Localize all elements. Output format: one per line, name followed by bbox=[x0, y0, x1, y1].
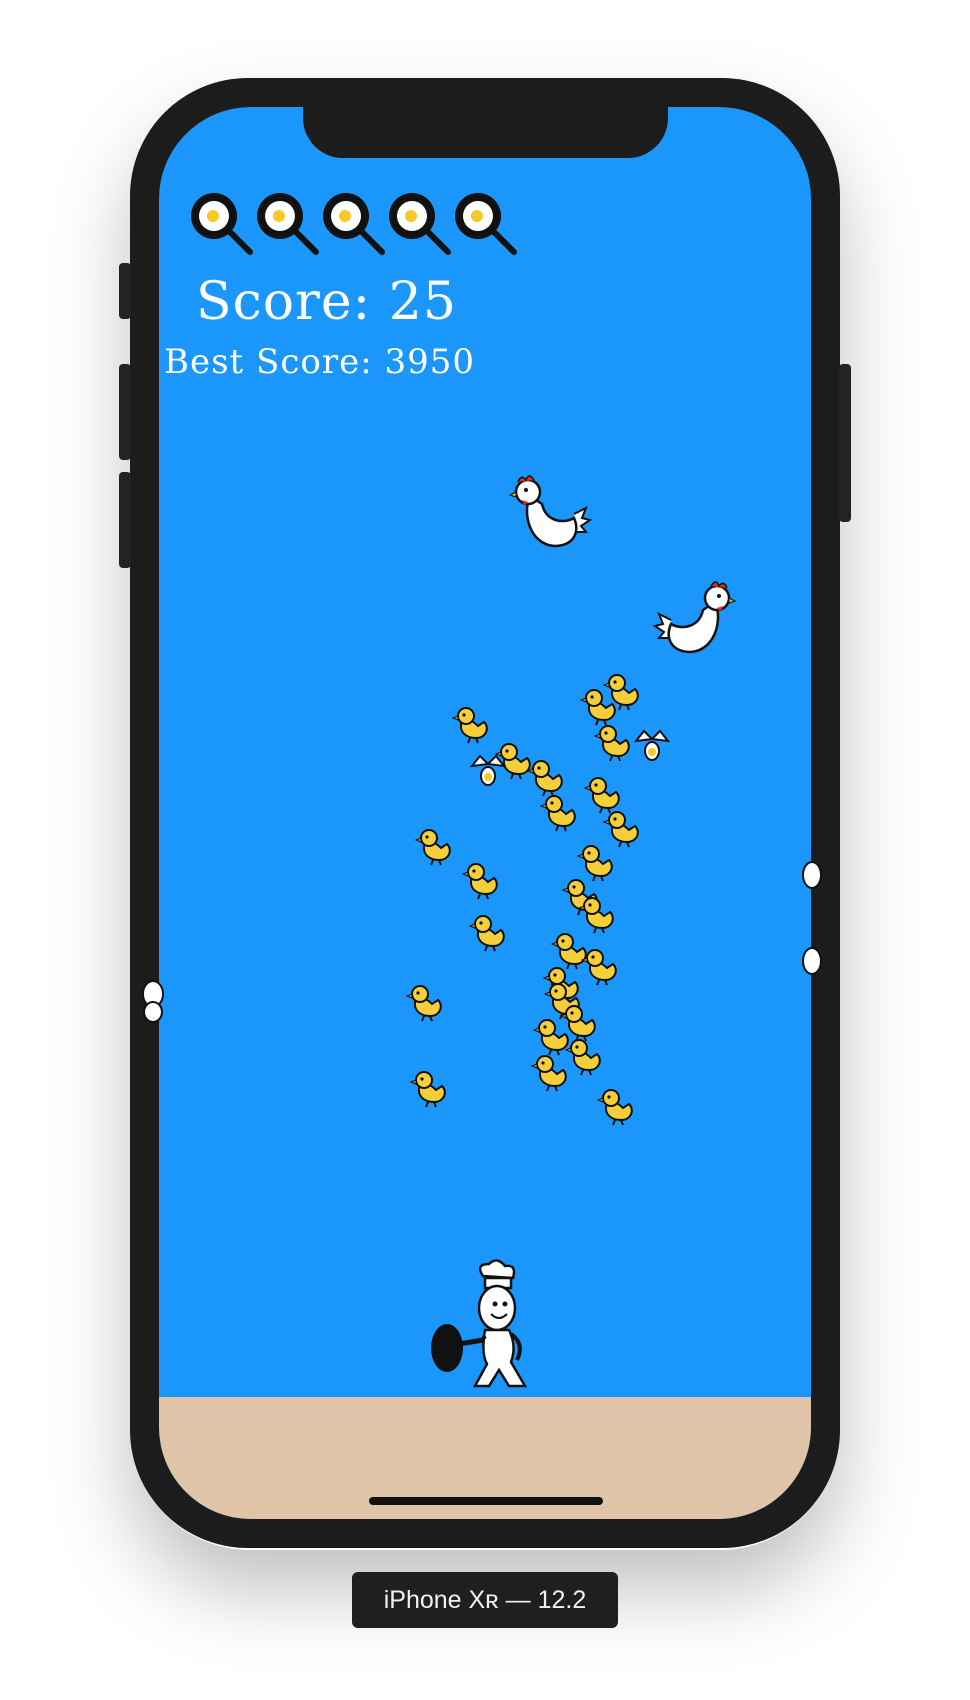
device-label: iPhone Xʀ — 12.2 bbox=[352, 1572, 618, 1628]
volume-up-button bbox=[119, 364, 131, 460]
egg-sprite bbox=[802, 947, 822, 975]
notch bbox=[303, 100, 668, 158]
chef-player-sprite[interactable] bbox=[425, 1259, 555, 1394]
egg-sprite bbox=[802, 861, 822, 889]
chick-sprite bbox=[577, 897, 614, 934]
frying-pan-egg-icon bbox=[257, 193, 319, 255]
chick-sprite bbox=[564, 1039, 601, 1076]
egg-sprite bbox=[142, 980, 164, 1023]
hen-sprite bbox=[652, 581, 737, 654]
frying-pan-egg-icon bbox=[455, 193, 517, 255]
chick-sprite bbox=[580, 949, 617, 986]
volume-down-button bbox=[119, 472, 131, 568]
chick-sprite bbox=[405, 985, 442, 1022]
frying-pan-egg-icon bbox=[389, 193, 451, 255]
chick-sprite bbox=[409, 1071, 446, 1108]
lives-bar bbox=[190, 192, 530, 262]
chick-sprite bbox=[593, 725, 630, 762]
frying-pan-egg-icon bbox=[323, 193, 385, 255]
power-button bbox=[839, 364, 851, 522]
mute-switch bbox=[119, 263, 131, 319]
chick-sprite bbox=[526, 760, 563, 797]
best-score-label: Best Score: 3950 bbox=[164, 342, 475, 382]
home-indicator bbox=[369, 1497, 603, 1505]
chick-sprite bbox=[468, 915, 505, 952]
chick-sprite bbox=[414, 829, 451, 866]
chick-sprite bbox=[451, 707, 488, 744]
chick-sprite bbox=[596, 1089, 633, 1126]
chick-sprite bbox=[461, 863, 498, 900]
chick-sprite bbox=[602, 674, 639, 711]
cracked-egg-sprite bbox=[633, 729, 671, 761]
score-label: Score: 25 bbox=[196, 272, 457, 332]
frying-pan-egg-icon bbox=[191, 193, 253, 255]
chick-sprite bbox=[539, 795, 576, 832]
hen-sprite bbox=[508, 475, 593, 548]
chick-sprite bbox=[530, 1055, 567, 1092]
